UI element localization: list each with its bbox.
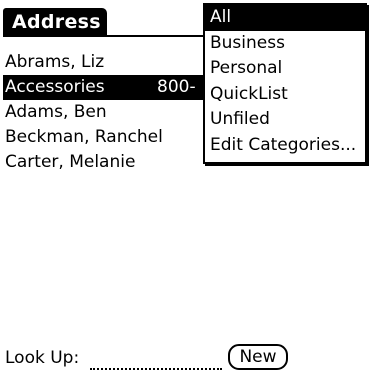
- app-title[interactable]: Address: [3, 8, 107, 36]
- category-item-personal[interactable]: Personal: [205, 56, 365, 82]
- new-button[interactable]: New: [228, 344, 288, 370]
- contact-name: Beckman, Ranchel: [5, 127, 163, 147]
- category-item-quicklist[interactable]: QuickList: [205, 82, 365, 108]
- contact-name: Adams, Ben: [5, 102, 107, 122]
- contact-phone: 800-: [157, 77, 196, 97]
- category-item-edit-categories[interactable]: Edit Categories...: [205, 133, 365, 159]
- contact-name: Abrams, Liz: [5, 52, 105, 72]
- category-dropdown[interactable]: All Business Personal QuickList Unfiled …: [203, 3, 367, 164]
- lookup-label: Look Up:: [5, 348, 80, 368]
- category-item-unfiled[interactable]: Unfiled: [205, 107, 365, 133]
- category-item-all[interactable]: All: [205, 5, 365, 31]
- lookup-input[interactable]: [90, 366, 222, 370]
- contact-name: Accessories: [5, 77, 105, 97]
- contact-name: Carter, Melanie: [5, 152, 136, 172]
- category-item-business[interactable]: Business: [205, 31, 365, 57]
